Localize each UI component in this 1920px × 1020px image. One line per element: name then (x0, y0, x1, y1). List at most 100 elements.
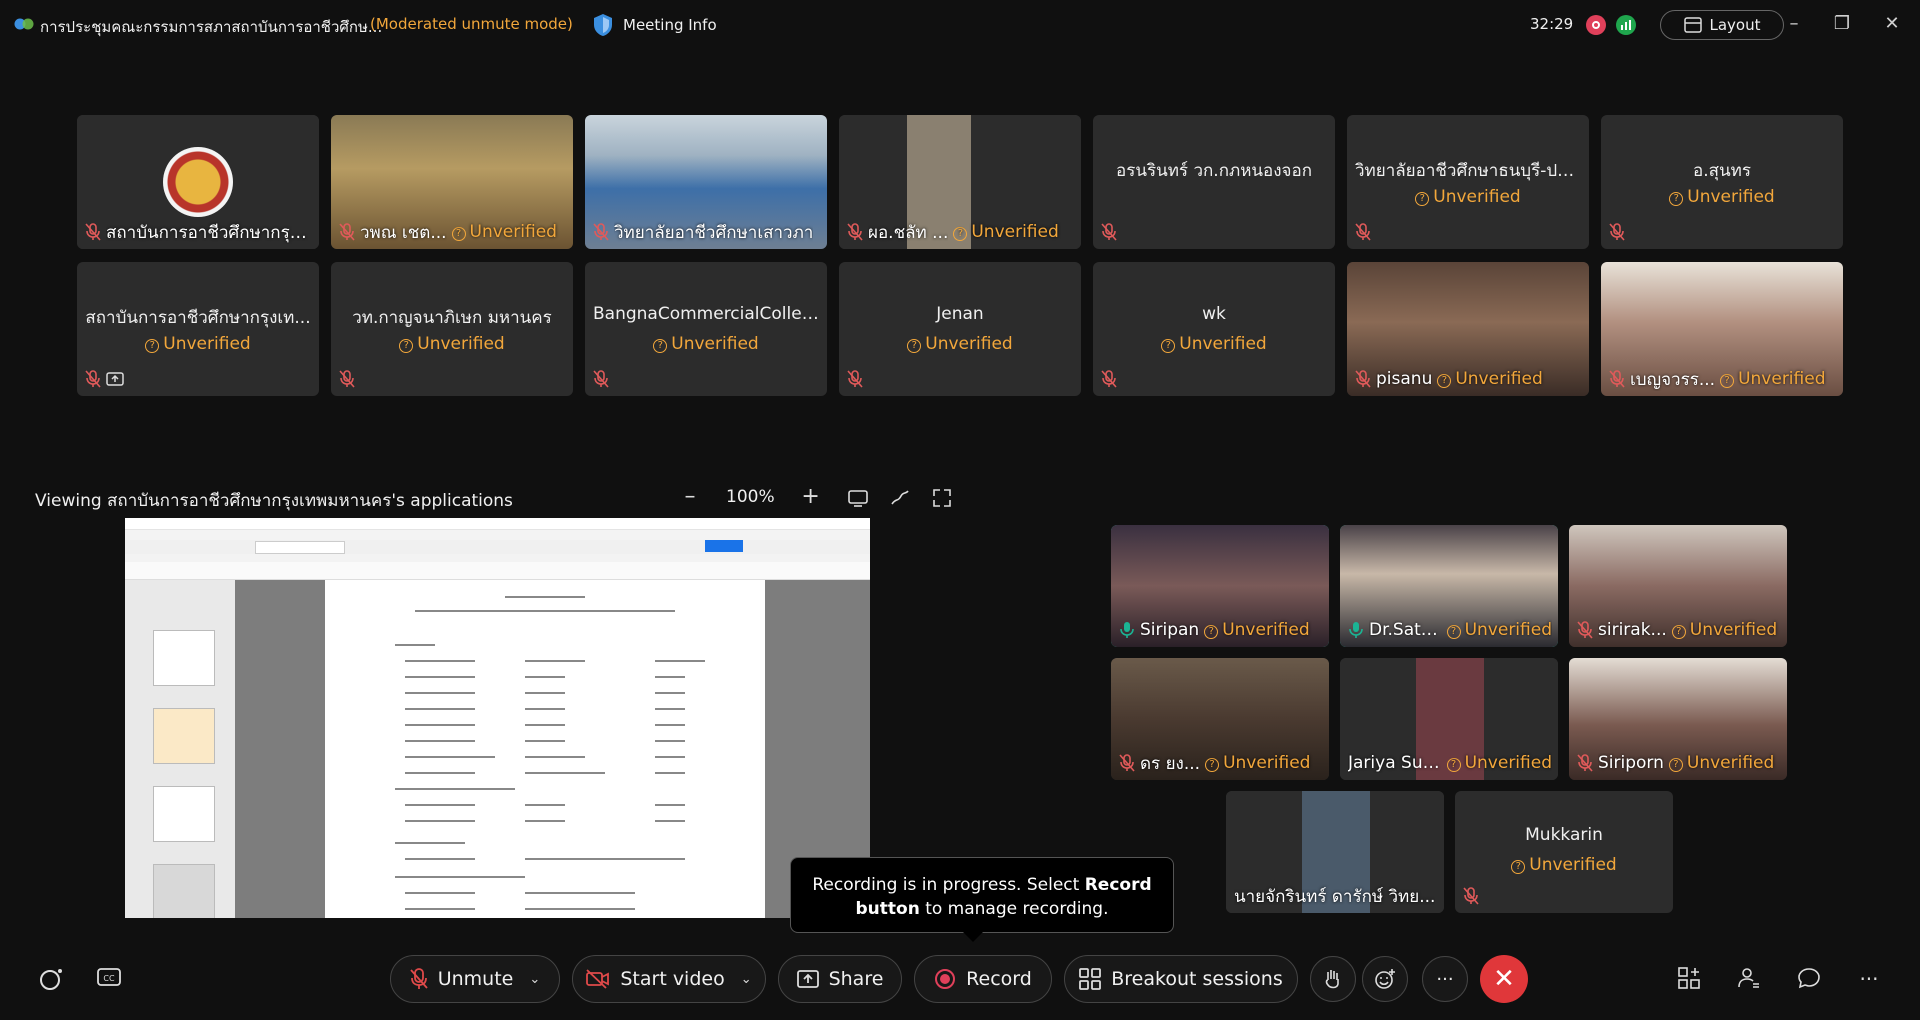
closed-captions-icon[interactable]: CC (96, 966, 122, 992)
page-thumbnail[interactable] (153, 708, 215, 764)
participant-tile[interactable]: อ.สุนทร ? Unverified (1601, 115, 1843, 249)
share-button[interactable]: Share (778, 955, 902, 1003)
mic-off-icon (847, 223, 863, 241)
participant-status: ? Unverified (1446, 753, 1552, 773)
participant-status: ? Unverified (1601, 187, 1843, 207)
more-icon: ··· (1436, 968, 1454, 990)
record-button[interactable]: Record (914, 955, 1052, 1003)
participant-status: ? Unverified (1437, 369, 1543, 389)
info-icon: ? (1671, 625, 1686, 639)
chevron-down-icon[interactable]: ⌄ (529, 972, 540, 987)
participant-status: ? Unverified (1720, 369, 1826, 389)
overflow-menu-icon[interactable]: ··· (1856, 966, 1882, 992)
participant-tile[interactable]: Mukkarin ? Unverified (1455, 791, 1673, 913)
tile-footer (1609, 220, 1837, 244)
participant-name: Siriporn (1598, 753, 1664, 773)
close-icon[interactable]: ✕ (1880, 12, 1904, 36)
smiley-icon (1375, 969, 1395, 989)
unmute-button[interactable]: Unmute ⌄ (390, 955, 560, 1003)
page-thumbnail[interactable] (153, 630, 215, 686)
apps-icon[interactable] (1676, 966, 1702, 992)
participant-tile[interactable]: วพณ เชต...? Unverified (331, 115, 573, 249)
info-icon: ? (1720, 374, 1735, 388)
chat-icon[interactable] (1796, 966, 1822, 992)
fullscreen-icon[interactable] (932, 488, 952, 508)
more-options-button[interactable]: ··· (1422, 956, 1468, 1002)
participant-status: ? Unverified (953, 222, 1059, 242)
page-thumbnail[interactable] (153, 786, 215, 842)
shared-document[interactable] (125, 518, 870, 918)
info-icon: ? (1669, 192, 1684, 206)
participant-tile[interactable]: อรนรินทร์ วก.กภหนองจอก (1093, 115, 1335, 249)
recording-tooltip: Recording is in progress. Select Record … (790, 857, 1174, 942)
participant-tile[interactable]: pisanu? Unverified (1347, 262, 1589, 396)
participant-status: ? Unverified (1347, 187, 1589, 207)
zoom-out-button[interactable]: – (680, 484, 700, 509)
participant-tile[interactable]: สถาบันการอาชีวศึกษากรุง... (77, 115, 319, 249)
participants-icon[interactable] (1736, 966, 1762, 992)
tile-footer: Dr.Sathian?Unverified (1348, 618, 1552, 642)
mic-off-icon (1119, 754, 1135, 772)
raise-hand-button[interactable] (1310, 956, 1356, 1002)
participant-tile[interactable]: wk ? Unverified (1093, 262, 1335, 396)
info-icon: ? (1205, 758, 1220, 772)
meeting-info-button[interactable]: Meeting Info (593, 12, 717, 38)
page-thumbnail[interactable] (153, 864, 215, 918)
network-stats-icon[interactable] (1616, 15, 1636, 35)
participant-status: ? Unverified (839, 334, 1081, 354)
layout-label: Layout (1709, 16, 1761, 34)
breakout-sessions-button[interactable]: Breakout sessions (1064, 955, 1298, 1003)
chevron-down-icon[interactable]: ⌄ (741, 972, 752, 987)
annotate-icon[interactable] (890, 488, 910, 508)
participant-tile[interactable]: Siriporn? Unverified (1569, 658, 1787, 780)
participant-status: ? Unverified (77, 334, 319, 354)
participant-tile[interactable]: BangnaCommercialCollege ? Unverified (585, 262, 827, 396)
participant-name: BangnaCommercialCollege (593, 304, 823, 324)
participant-name: pisanu (1376, 369, 1433, 389)
participant-tile[interactable]: Siripan? Unverified (1111, 525, 1329, 647)
participant-status: ? Unverified (1446, 620, 1552, 640)
minimize-icon[interactable]: – (1782, 12, 1806, 36)
meeting-title: การประชุมคณะกรรมการสภาสถาบันการอาชีวศึกษ… (40, 18, 383, 36)
participant-tile[interactable]: Jariya Sut...? Unverified (1340, 658, 1558, 780)
participant-tile[interactable]: วท.กาญจนาภิเษก มหานคร ? Unverified (331, 262, 573, 396)
remote-control-icon[interactable] (848, 488, 868, 508)
info-icon: ? (1446, 625, 1461, 639)
participant-status: ? Unverified (1671, 620, 1777, 640)
participant-tile[interactable]: วิทยาลัยอาชีวศึกษาธนบุรี-ปริ... ? Unverifi… (1347, 115, 1589, 249)
participant-name: ผอ.ชลัท ... (868, 222, 949, 243)
activity-icon[interactable] (38, 966, 64, 992)
tile-footer (1101, 220, 1329, 244)
info-icon: ? (451, 227, 466, 241)
participant-tile[interactable]: Dr.Sathian?Unverified (1340, 525, 1558, 647)
restore-icon[interactable]: ❐ (1830, 12, 1854, 36)
participant-tile[interactable]: sirirak...? Unverified (1569, 525, 1787, 647)
tile-footer: ผอ.ชลัท ...? Unverified (847, 220, 1075, 244)
tile-footer: วิทยาลัยอาชีวศึกษาเสาวภา (593, 220, 821, 244)
recording-indicator-icon[interactable] (1586, 15, 1606, 35)
participant-name: ดร ยง... (1140, 753, 1201, 774)
reactions-button[interactable] (1362, 956, 1408, 1002)
tile-footer: นายจักรินทร์ ดารักษ์ วิทย... (1234, 884, 1438, 908)
end-meeting-button[interactable]: ✕ (1480, 955, 1528, 1003)
participant-name: อรนรินทร์ วก.กภหนองจอก (1116, 161, 1312, 181)
breakout-label: Breakout sessions (1111, 968, 1283, 990)
participant-status: ? Unverified (1093, 334, 1335, 354)
participant-tile[interactable]: สถาบันการอาชีวศึกษากรุงเท... ? Unverified (77, 262, 319, 396)
svg-text:CC: CC (103, 974, 115, 983)
zoom-in-button[interactable]: + (801, 484, 821, 509)
participant-tile[interactable]: เบญจวรร...? Unverified (1601, 262, 1843, 396)
participant-tile[interactable]: วิทยาลัยอาชีวศึกษาเสาวภา (585, 115, 827, 249)
viewing-share-label: Viewing สถาบันการอาชีวศึกษากรุงเทพมหานคร… (35, 491, 513, 511)
participant-status: ? Unverified (1204, 620, 1310, 640)
participant-name: วิทยาลัยอาชีวศึกษาธนบุรี-ปริ... (1355, 161, 1583, 181)
mic-on-icon (1349, 622, 1363, 638)
participant-tile[interactable]: นายจักรินทร์ ดารักษ์ วิทย... (1226, 791, 1444, 913)
layout-button[interactable]: Layout (1660, 10, 1784, 40)
participant-tile[interactable]: ดร ยง...? Unverified (1111, 658, 1329, 780)
participant-tile[interactable]: Jenan ? Unverified (839, 262, 1081, 396)
close-icon: ✕ (1493, 964, 1515, 994)
start-video-button[interactable]: Start video ⌄ (572, 955, 766, 1003)
tile-footer (1101, 367, 1329, 391)
participant-tile[interactable]: ผอ.ชลัท ...? Unverified (839, 115, 1081, 249)
